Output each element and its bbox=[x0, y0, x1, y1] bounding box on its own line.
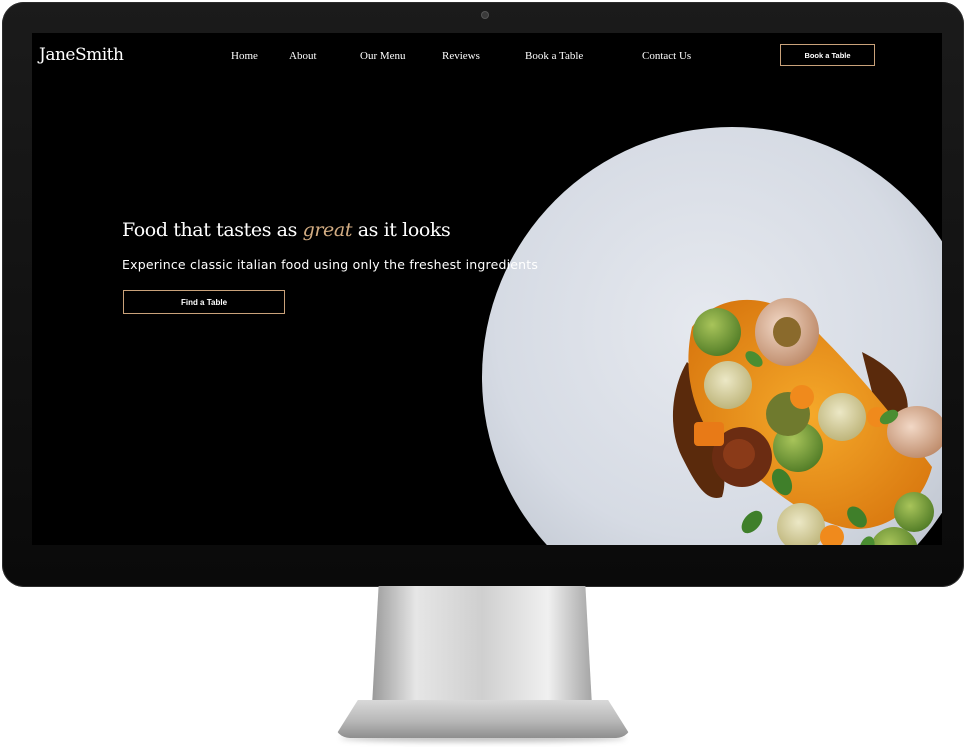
camera-icon bbox=[482, 12, 488, 18]
monitor-mockup: JaneSmith Home About Our Menu Reviews Bo… bbox=[0, 0, 966, 747]
plated-dish-image bbox=[482, 127, 942, 545]
nav-item-book-a-table[interactable]: Book a Table bbox=[525, 50, 583, 62]
meat-roulade-center bbox=[773, 317, 801, 347]
zucchini-slice bbox=[704, 361, 752, 409]
zucchini-slice bbox=[818, 393, 866, 441]
hero-title-end: as it looks bbox=[352, 219, 451, 241]
brussels-sprout bbox=[693, 308, 741, 356]
hero-title: Food that tastes as great as it looks bbox=[122, 219, 451, 241]
hero-subtitle: Experince classic italian food using onl… bbox=[122, 257, 539, 272]
carrot-piece bbox=[790, 385, 814, 409]
nav-item-reviews[interactable]: Reviews bbox=[442, 50, 480, 62]
website-screen: JaneSmith Home About Our Menu Reviews Bo… bbox=[32, 33, 942, 545]
hero-title-start: Food that tastes as bbox=[122, 219, 303, 241]
monitor-stand-neck bbox=[372, 586, 592, 706]
nav-item-about[interactable]: About bbox=[289, 50, 317, 62]
nav-item-our-menu[interactable]: Our Menu bbox=[360, 50, 406, 62]
find-a-table-button[interactable]: Find a Table bbox=[123, 290, 285, 314]
hero-title-emphasis: great bbox=[302, 219, 353, 241]
monitor-bezel: JaneSmith Home About Our Menu Reviews Bo… bbox=[2, 2, 964, 587]
monitor-stand-base bbox=[334, 700, 632, 738]
plated-dish-illustration bbox=[482, 127, 942, 545]
book-a-table-button[interactable]: Book a Table bbox=[780, 44, 875, 66]
nav-item-contact-us[interactable]: Contact Us bbox=[642, 50, 691, 62]
nav-item-home[interactable]: Home bbox=[231, 50, 258, 62]
glazed-roulade-center bbox=[723, 439, 755, 469]
brussels-sprout bbox=[894, 492, 934, 532]
carrot-piece bbox=[694, 422, 724, 446]
